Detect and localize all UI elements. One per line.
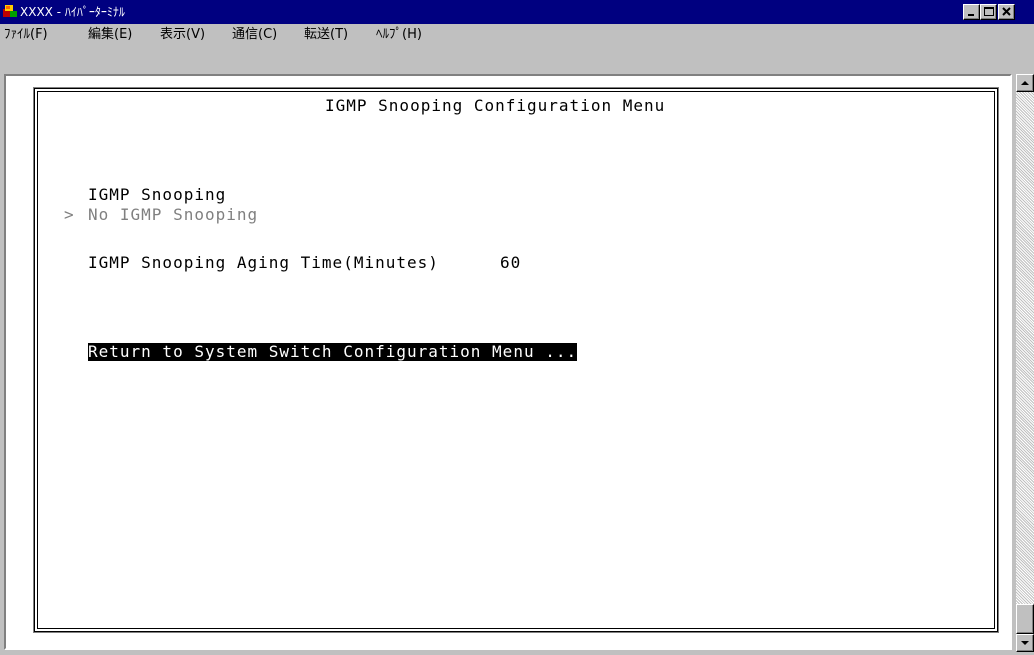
arrow-up-icon (1021, 81, 1029, 85)
close-button[interactable] (998, 4, 1015, 20)
selection-marker: > (64, 205, 75, 224)
menu-heading: IGMP Snooping Configuration Menu (325, 96, 666, 115)
menu-bar: ﾌｧｲﾙ(F) 編集(E) 表示(V) 通信(C) 転送(T) ﾍﾙﾌﾟ(H) (0, 24, 1034, 46)
vertical-scrollbar[interactable] (1016, 74, 1034, 652)
scroll-down-button[interactable] (1016, 634, 1034, 652)
minimize-button[interactable] (963, 4, 980, 20)
arrow-down-icon (1021, 641, 1029, 645)
close-icon (1002, 7, 1011, 16)
menu-communication[interactable]: 通信(C) (232, 27, 277, 43)
no-igmp-snooping-option[interactable]: No IGMP Snooping (88, 206, 258, 224)
title-bar[interactable]: XXXX - ﾊｲﾊﾟｰﾀｰﾐﾅﾙ (0, 0, 1034, 24)
aging-time-label[interactable]: IGMP Snooping Aging Time(Minutes) (88, 254, 439, 272)
menu-edit[interactable]: 編集(E) (88, 27, 132, 43)
menu-view[interactable]: 表示(V) (160, 27, 205, 43)
aging-time-value[interactable]: 60 (500, 254, 521, 272)
maximize-icon (984, 7, 994, 16)
window-title: XXXX - ﾊｲﾊﾟｰﾀｰﾐﾅﾙ (20, 5, 125, 19)
minimize-icon (968, 14, 974, 16)
igmp-snooping-label: IGMP Snooping (88, 185, 227, 204)
scroll-thumb[interactable] (1016, 604, 1034, 634)
menu-file[interactable]: ﾌｧｲﾙ(F) (4, 27, 48, 43)
scroll-up-button[interactable] (1016, 74, 1034, 92)
maximize-button[interactable] (980, 4, 997, 20)
hyperterminal-window: XXXX - ﾊｲﾊﾟｰﾀｰﾐﾅﾙ ﾌｧｲﾙ(F) 編集(E) 表示(V) 通信… (0, 0, 1034, 655)
return-menu-link[interactable]: Return to System Switch Configuration Me… (88, 343, 578, 361)
hyperterminal-icon[interactable] (2, 3, 18, 19)
menu-transfer[interactable]: 転送(T) (304, 27, 348, 43)
menu-help[interactable]: ﾍﾙﾌﾟ(H) (376, 27, 422, 43)
